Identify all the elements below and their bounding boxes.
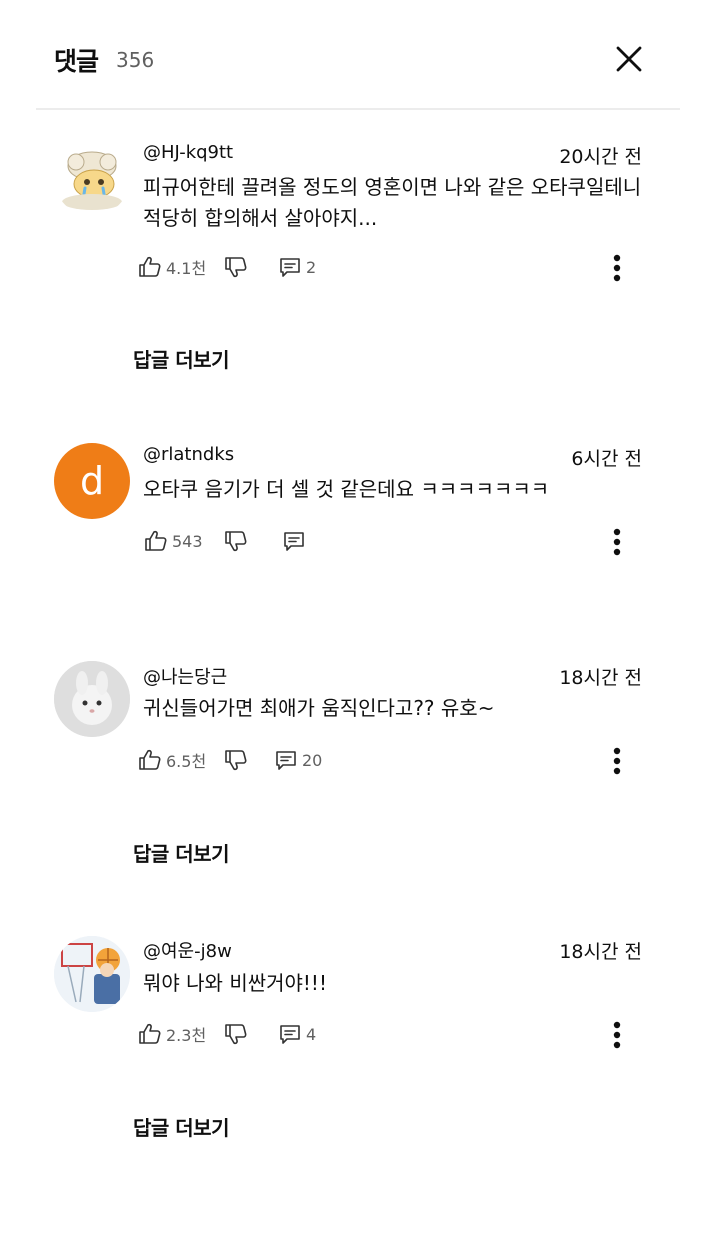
close-icon [616,46,642,72]
more-vertical-icon [613,254,621,282]
comment-actions: 543 [134,524,654,558]
like-count: 543 [172,531,203,551]
thumbs-up-icon [139,749,161,770]
comments-count: 356 [116,48,155,72]
like-button[interactable]: 4.1천 [138,250,206,284]
thumbs-up-icon [139,1023,161,1044]
comment-icon [280,258,300,277]
dislike-button[interactable] [224,1017,248,1051]
avatar[interactable] [54,140,130,216]
comment-author[interactable]: @나는당근 [143,663,227,689]
comment-text-line: 뭐야 나와 비싼거야!!! [143,971,327,995]
more-options-button[interactable] [600,248,634,288]
avatar[interactable]: d [54,443,130,519]
thumbs-down-icon [225,750,247,771]
more-vertical-icon [613,528,621,556]
like-button[interactable]: 2.3천 [138,1017,206,1051]
reply-count: 20 [302,750,323,770]
thumbs-down-icon [225,1024,247,1045]
avatar-image [54,661,130,737]
thumbs-up-icon [139,256,161,277]
reply-count: 4 [306,1024,317,1044]
reply-button[interactable] [282,524,306,558]
comment-text-line: 오타쿠 음기가 더 셀 것 같은데요 ㅋㅋㅋㅋㅋㅋㅋ [143,477,550,501]
comment-actions: 6.5천 20 [134,743,654,777]
avatar-image [62,151,122,210]
svg-text:d: d [80,459,104,503]
comment-author[interactable]: @여운-j8w [143,937,232,963]
comment-actions: 2.3천 4 [134,1017,654,1051]
thumbs-down-icon [225,531,247,552]
comments-title: 댓글 [54,47,99,76]
comment-time: 20시간 전 [559,146,642,168]
comment-author[interactable]: @rlatndks [143,444,234,465]
comment-actions: 4.1천 2 [134,250,654,284]
comment-text-line: 적당히 합의해서 살아야지... [143,206,378,230]
avatar[interactable] [54,936,130,1012]
like-button[interactable]: 6.5천 [138,743,206,777]
more-replies-button[interactable]: 답글 더보기 [133,344,229,373]
comment-text: 뭐야 나와 비싼거야!!! [143,968,653,999]
thumbs-up-icon [145,530,167,551]
more-replies-button[interactable]: 답글 더보기 [133,838,229,867]
comment-text: 귀신들어가면 최애가 움직인다고?? 유호~ [143,693,653,724]
more-options-button[interactable] [600,1015,634,1055]
reply-button[interactable]: 4 [278,1017,316,1051]
comment-time: 18시간 전 [559,941,642,963]
more-vertical-icon [613,1021,621,1049]
avatar-image [54,936,130,1012]
comment-icon [280,1025,300,1044]
dislike-button[interactable] [224,524,248,558]
more-vertical-icon [613,747,621,775]
header-divider [36,108,680,110]
more-replies-button[interactable]: 답글 더보기 [133,1112,229,1141]
comment-text: 오타쿠 음기가 더 셀 것 같은데요 ㅋㅋㅋㅋㅋㅋㅋ [143,474,653,505]
close-button[interactable] [606,36,652,82]
reply-button[interactable]: 20 [274,743,322,777]
more-options-button[interactable] [600,741,634,781]
more-options-button[interactable] [600,522,634,562]
avatar-letter: d [80,459,104,503]
reply-count: 2 [306,257,317,277]
comment-author[interactable]: @HJ-kq9tt [143,142,233,163]
like-count: 6.5천 [166,752,207,771]
comment-time: 6시간 전 [571,448,642,470]
comment-icon [284,532,304,551]
dislike-button[interactable] [224,743,248,777]
comment-text-line: 피규어한테 끌려올 정도의 영혼이면 나와 같은 오타쿠일테니 [143,175,642,199]
like-count: 2.3천 [166,1026,207,1045]
comment-icon [276,751,296,770]
like-button[interactable]: 543 [144,524,203,558]
comments-header: 댓글 356 [0,0,716,110]
comment-text: 피규어한테 끌려올 정도의 영혼이면 나와 같은 오타쿠일테니 적당히 합의해서… [143,172,653,234]
comment-time: 18시간 전 [559,667,642,689]
like-count: 4.1천 [166,259,207,278]
dislike-button[interactable] [224,250,248,284]
thumbs-down-icon [225,257,247,278]
avatar[interactable] [54,661,130,737]
reply-button[interactable]: 2 [278,250,316,284]
comment-text-line: 귀신들어가면 최애가 움직인다고?? 유호~ [143,696,495,720]
